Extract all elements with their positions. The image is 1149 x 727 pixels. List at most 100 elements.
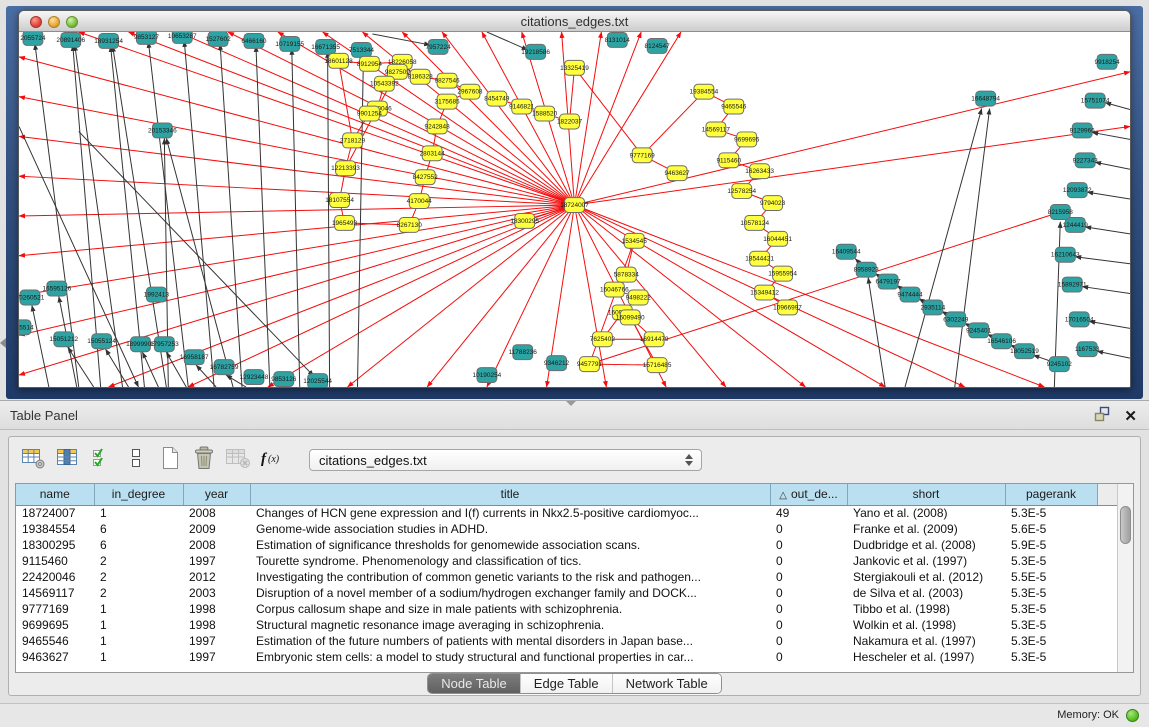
graph-node[interactable]: 9901254 [357,106,383,121]
graph-node[interactable]: 9245401 [966,323,992,338]
citation-network-graph[interactable]: 2055724208914061893125498531271065328715… [19,32,1130,387]
network-window-titlebar[interactable]: citations_edges.txt [19,11,1130,32]
table-row[interactable]: 977716911998Corpus callosum shape and si… [16,601,1117,617]
table-row[interactable]: 946362711997Embryonic stem cells: a mode… [16,649,1117,665]
column-header-year[interactable]: year [183,484,250,505]
collapse-panel-arrow[interactable] [0,338,6,348]
graph-node[interactable]: 9474444 [897,287,923,302]
graph-node[interactable]: 1822037 [557,114,583,129]
function-builder-button[interactable]: f(x) [257,446,287,474]
splitter-handle[interactable] [566,401,576,406]
column-header-pagerank[interactable]: pagerank [1005,484,1097,505]
graph-node[interactable]: 8131014 [605,32,631,47]
graph-node[interactable]: 8215958 [1048,205,1074,220]
table-row[interactable]: 1830029562008Estimation of significance … [16,537,1117,553]
scrollbar-thumb[interactable] [1120,506,1131,544]
column-visibility-button[interactable] [87,446,117,474]
graph-node[interactable]: 16263433 [745,164,774,179]
graph-node[interactable]: 1527602 [206,32,232,46]
graph-node[interactable]: 16044451 [763,231,792,246]
graph-node[interactable]: 18107554 [325,193,354,208]
column-header-out_de[interactable]: △out_de... [770,484,847,505]
graph-node[interactable]: 3175685 [435,94,461,109]
graph-node[interactable]: 9794023 [760,196,786,211]
graph-node[interactable]: 8186328 [408,69,434,84]
graph-node[interactable]: 6466160 [241,33,267,48]
graph-node[interactable]: 1992413 [144,287,170,302]
select-columns-button[interactable] [53,446,83,474]
graph-node[interactable]: 1534545 [622,233,648,248]
graph-node[interactable]: 10653287 [168,32,197,43]
graph-node[interactable]: 16409544 [832,244,861,259]
graph-node[interactable]: 17957253 [150,337,179,352]
graph-node[interactable]: 14569117 [702,122,731,137]
graph-node[interactable]: 8958923 [854,262,880,277]
graph-node[interactable]: 12093872 [1063,183,1092,198]
graph-node[interactable]: 7513344 [349,42,375,57]
graph-node[interactable]: 10190254 [473,368,502,383]
graph-node[interactable]: 9457791 [577,357,603,372]
graph-node[interactable]: 16210643 [1051,247,1080,262]
graph-node[interactable]: 9777169 [630,148,656,163]
graph-node[interactable]: 12923448 [240,370,269,385]
graph-node[interactable]: 10578124 [740,215,769,230]
graph-node[interactable]: 11788236 [509,345,538,360]
graph-node[interactable]: 9853127 [134,32,160,44]
graph-node[interactable]: 2718129 [340,133,366,148]
row-height-button[interactable] [121,446,151,474]
graph-node[interactable]: 1167533 [1075,342,1100,357]
table-row[interactable]: 1872400712008Changes of HCN gene express… [16,505,1117,521]
graph-node[interactable]: 7625402 [590,332,616,347]
graph-nodes[interactable]: 2055724208914061893125498531271065328715… [19,32,1120,387]
graph-node[interactable]: 6479197 [876,274,902,289]
graph-node[interactable]: 20891406 [56,32,85,47]
graph-node[interactable]: 6302249 [943,312,969,327]
graph-node[interactable]: 9146821 [509,99,535,114]
graph-node[interactable]: 10966997 [773,300,802,315]
graph-node[interactable]: 20153346 [148,123,177,138]
graph-node[interactable]: 8454749 [484,91,510,106]
table-row[interactable]: 911546021997Tourette syndrome. Phenomeno… [16,553,1117,569]
graph-node[interactable]: 7957224 [426,39,452,54]
graph-node[interactable]: 9498222 [626,290,652,305]
table-mode-button[interactable] [19,446,49,474]
graph-node[interactable]: 8912954 [357,56,383,71]
graph-node[interactable]: 18300295 [510,213,539,228]
graph-node[interactable]: 2055724 [20,32,46,45]
graph-node[interactable]: 18601128 [324,53,353,68]
graph-node[interactable]: 13325419 [560,60,589,75]
graph-node[interactable]: 5878334 [614,267,640,282]
graph-node[interactable]: 8267130 [397,217,423,232]
graph-node[interactable]: 19218586 [521,44,550,59]
graph-node[interactable]: 16782759 [210,360,239,375]
graph-node[interactable]: 9346212 [544,356,570,371]
graph-node[interactable]: 15751074 [1081,93,1110,108]
delete-column-button[interactable] [189,446,219,474]
table-vertical-scrollbar[interactable] [1117,484,1133,672]
table-row[interactable]: 969969511998Structural magnetic resonanc… [16,617,1117,633]
graph-node[interactable]: 8124547 [645,38,671,53]
graph-node[interactable]: 15892971 [1058,277,1087,292]
graph-node[interactable]: 15349412 [750,285,779,300]
graph-node[interactable]: 9115460 [716,153,741,168]
graph-node[interactable]: 17016504 [1065,312,1094,327]
column-header-short[interactable]: short [847,484,1005,505]
create-column-button[interactable] [155,446,185,474]
graph-node[interactable]: 8427552 [413,170,439,185]
graph-node[interactable]: 18544421 [745,251,774,266]
column-header-in_degree[interactable]: in_degree [94,484,183,505]
table-selector-dropdown[interactable]: citations_edges.txt [309,449,702,471]
table-row[interactable]: 1456911722003Disruption of a novel membe… [16,585,1117,601]
memory-status-indicator[interactable] [1126,709,1139,722]
column-header-title[interactable]: title [250,484,770,505]
graph-node[interactable]: 9853126 [271,372,297,387]
graph-node[interactable]: 9245102 [1047,357,1073,372]
graph-node[interactable]: 1965493 [332,215,358,230]
table-row[interactable]: 946554611997Estimation of the future num… [16,633,1117,649]
graph-node[interactable]: 16958187 [180,350,209,365]
graph-node[interactable]: 2967608 [457,84,483,99]
graph-node[interactable]: 9827546 [435,73,461,88]
graph-node[interactable]: 15716485 [643,358,672,373]
graph-node[interactable]: 9129966 [1070,123,1096,138]
graph-node[interactable]: 9242848 [425,119,451,134]
